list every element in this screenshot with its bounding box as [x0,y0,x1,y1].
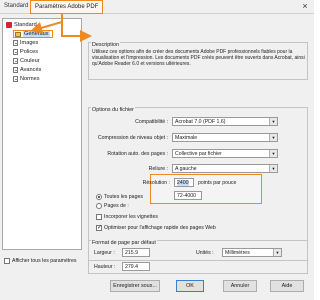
page-icon [13,58,18,64]
reliure-select[interactable]: A gauche ▼ [172,164,278,173]
tree-item-label: Normes [20,76,40,82]
page-format-title: Format de page par défaut [91,240,157,246]
all-pages-radio[interactable] [96,194,102,200]
compression-label: Compression de niveau objet : [97,135,168,141]
compat-value: Acrobat 7.0 (PDF 1.6) [175,119,226,125]
units-value: Millimètres [225,250,250,256]
compat-label: Compatibilité : [135,119,168,125]
tree-item-polices[interactable]: Polices [13,48,38,56]
tree-item-label: Généraux [23,31,50,37]
resolution-unit: points par pouce [198,180,237,186]
settings-dialog: Standard Généraux Images Polices Couleur… [0,14,314,300]
tree-item-avances[interactable]: Avancés [13,66,41,74]
resolution-input[interactable]: 2400 [174,178,194,187]
width-label: Largeur : [94,250,115,256]
reliure-label: Reliure : [148,166,168,172]
tree-item-images[interactable]: Images [13,39,38,47]
dialog-title: Paramètres Adobe PDF [30,0,104,14]
page-range-input[interactable]: 72-4000 [174,191,202,200]
units-label: Unités : [196,250,214,256]
resolution-value: 2400 [177,180,189,186]
compat-select[interactable]: Acrobat 7.0 (PDF 1.6) ▼ [172,117,278,126]
help-button[interactable]: Aide [270,280,304,292]
ok-button[interactable]: OK [176,280,204,292]
compression-value: Maximale [175,135,198,141]
tree-root-label: Standard [14,22,37,28]
page-icon [13,40,18,46]
page-icon [13,67,18,73]
chevron-down-icon: ▼ [269,165,277,172]
resolution-label: Résolution : [142,180,170,186]
tree-item-label: Images [20,40,39,46]
optimize-checkbox[interactable] [96,224,102,231]
title-standard-label: Standard [4,3,29,9]
description-text: Utilisez ces options afin de créer des d… [92,49,305,67]
width-value: 215.9 [125,250,138,256]
tree-item-label: Polices [20,49,39,55]
thumbnails-label: Incorporer les vignettes [104,214,158,220]
tree-item-couleur[interactable]: Couleur [13,57,40,65]
folder-icon [15,31,21,37]
cancel-button[interactable]: Annuler [223,280,257,292]
chevron-down-icon: ▼ [269,150,277,157]
height-label: Hauteur : [94,264,116,270]
save-as-button[interactable]: Enregistrer sous... [110,280,160,292]
description-group: Description Utilisez ces options afin de… [88,42,308,80]
show-all-checkbox[interactable] [4,258,10,264]
title-bar: Standard Paramètres Adobe PDF × [0,0,314,14]
height-input[interactable]: 279.4 [122,262,150,271]
tree-root[interactable]: Standard [6,21,37,29]
page-range-value: 72-4000 [177,193,197,199]
compression-select[interactable]: Maximale ▼ [172,133,278,142]
page-icon [13,76,18,82]
pages-from-radio[interactable] [96,203,102,209]
units-select[interactable]: Millimètres ▼ [222,248,282,257]
tree-item-label: Couleur [20,58,40,64]
tree-item-generaux[interactable]: Généraux [13,30,53,38]
chevron-down-icon: ▼ [269,134,277,141]
all-pages-label: Toutes les pages [104,194,143,200]
rotation-label: Rotation auto. des pages : [107,151,168,157]
rotation-select[interactable]: Collective par fichier ▼ [172,149,278,158]
resolution-highlight [150,174,262,204]
tree-item-label: Avancés [20,67,42,73]
settings-tree: Standard Généraux Images Polices Couleur… [2,18,82,250]
width-input[interactable]: 215.9 [122,248,150,257]
height-value: 279.4 [125,264,138,270]
pages-from-label: Pages de : [104,203,129,209]
pdf-icon [6,22,12,28]
rotation-value: Collective par fichier [175,151,222,157]
show-all-label: Afficher tous les paramètres [12,258,77,264]
optimize-label: Optimiser pour l'affichage rapide des pa… [104,225,216,231]
thumbnails-checkbox[interactable] [96,214,102,220]
description-title: Description [91,42,120,48]
tree-item-normes[interactable]: Normes [13,75,40,83]
close-icon[interactable]: × [299,1,311,12]
file-options-title: Options du fichier [91,107,135,113]
reliure-value: A gauche [175,166,197,172]
chevron-down-icon: ▼ [273,249,281,256]
page-icon [13,49,18,55]
chevron-down-icon: ▼ [269,118,277,125]
